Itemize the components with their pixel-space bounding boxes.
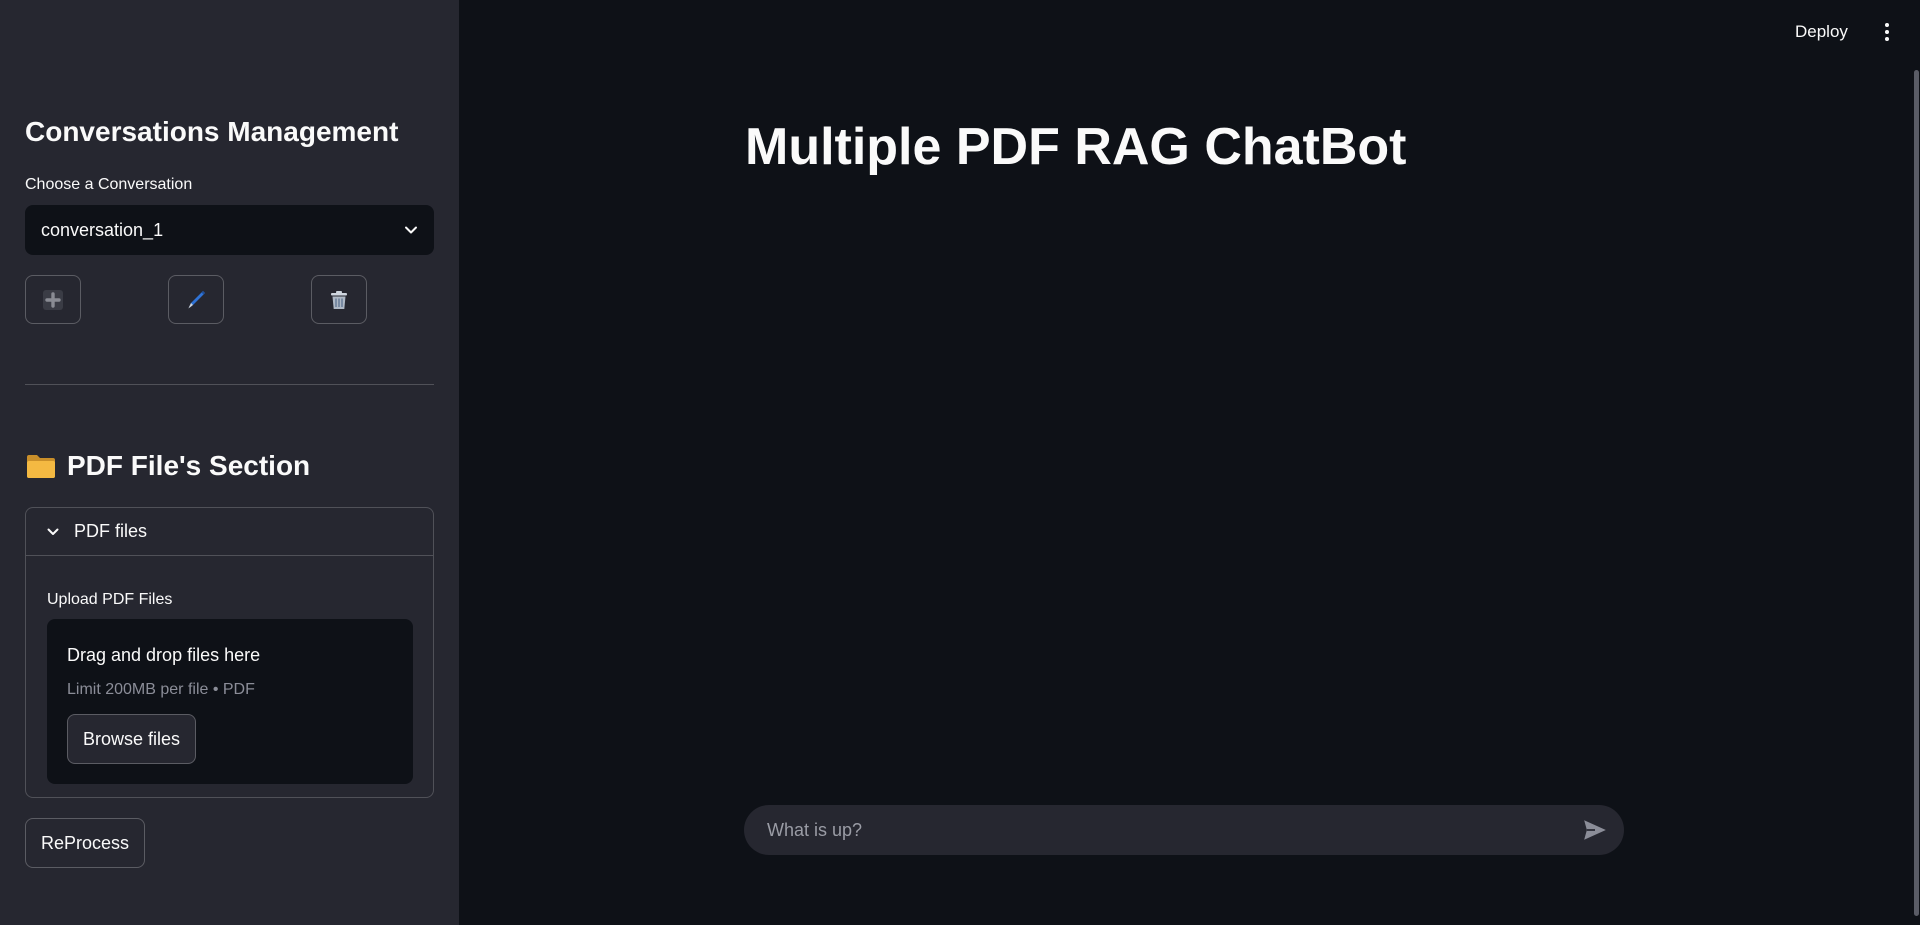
pen-icon — [188, 290, 205, 309]
conversations-heading: Conversations Management — [25, 116, 399, 147]
pdf-files-expander: PDF files Upload PDF Files Drag and drop… — [25, 507, 434, 798]
trash-icon — [331, 290, 347, 309]
chat-input[interactable] — [765, 818, 1582, 842]
sidebar-divider — [25, 384, 434, 385]
more-vertical-icon[interactable] — [1875, 20, 1899, 44]
dropzone-title: Drag and drop files here — [67, 645, 261, 665]
reprocess-button[interactable]: ReProcess — [25, 818, 146, 868]
conversation-select-value: conversation_1 — [41, 219, 164, 240]
plus-icon — [43, 289, 63, 310]
rename-conversation-button[interactable] — [168, 275, 224, 324]
upload-pdf-label: Upload PDF Files — [47, 591, 173, 608]
pdf-section-heading-text: PDF File's Section — [67, 450, 311, 481]
chevron-down-icon — [405, 226, 417, 234]
send-icon[interactable] — [1582, 817, 1608, 843]
chevron-down-icon — [47, 528, 59, 535]
file-dropzone[interactable]: Drag and drop files here Limit 200MB per… — [47, 619, 413, 784]
dropzone-limit: Limit 200MB per file • PDF — [67, 681, 255, 698]
scrollbar-thumb[interactable] — [1914, 70, 1919, 916]
app-root: Conversations Management Choose a Conver… — [0, 0, 1920, 925]
page-title: Multiple PDF RAG ChatBot — [745, 118, 1407, 176]
browse-files-button[interactable]: Browse files — [67, 714, 197, 764]
deploy-button[interactable]: Deploy — [1795, 20, 1848, 44]
sidebar: Conversations Management Choose a Conver… — [0, 0, 459, 925]
add-conversation-button[interactable] — [25, 275, 81, 324]
pdf-section-heading: PDF File's Section — [25, 448, 310, 484]
main-area: Deploy Multiple PDF RAG ChatBot — [459, 0, 1920, 925]
conversation-select[interactable]: conversation_1 — [25, 205, 434, 255]
folder-icon — [27, 455, 55, 478]
choose-conversation-label: Choose a Conversation — [25, 176, 193, 193]
scrollbar[interactable] — [1912, 62, 1920, 925]
pdf-files-expander-title: PDF files — [74, 521, 148, 541]
delete-conversation-button[interactable] — [311, 275, 367, 324]
pdf-files-expander-toggle[interactable]: PDF files — [26, 508, 433, 556]
chat-input-container — [744, 805, 1624, 855]
